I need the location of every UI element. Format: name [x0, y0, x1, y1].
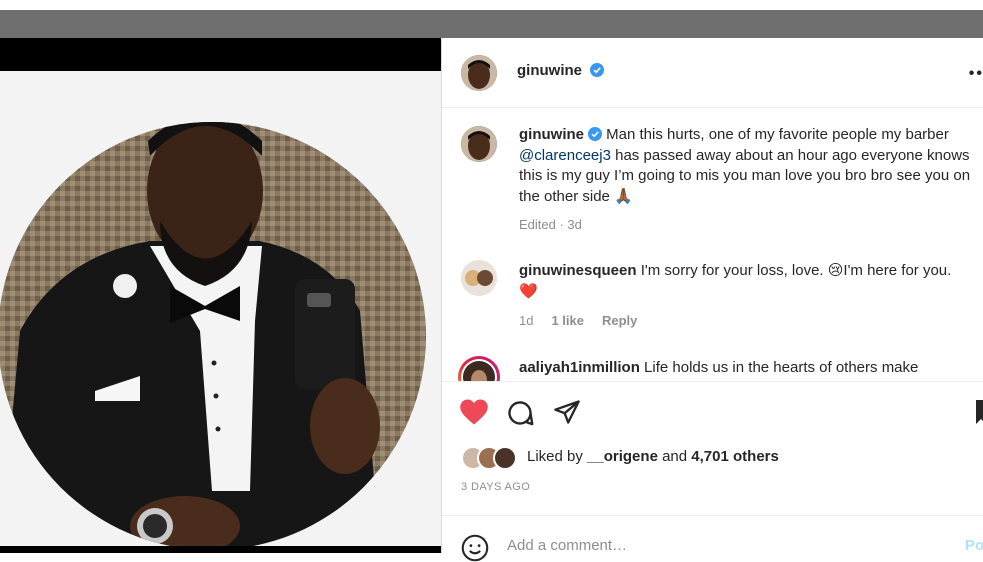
- more-options-icon[interactable]: ••: [969, 65, 983, 83]
- heart-filled-icon[interactable]: [459, 398, 489, 426]
- likes-others[interactable]: 4,701 others: [691, 448, 779, 465]
- verified-badge-icon: [590, 63, 605, 77]
- mention-link[interactable]: @clarenceej3: [519, 147, 611, 164]
- reply-button[interactable]: Reply: [602, 313, 637, 328]
- post-detail-panel: ginuwine •• ginuwine Man this hurts, one…: [441, 38, 983, 562]
- bookmark-icon[interactable]: [974, 399, 983, 425]
- author-username[interactable]: ginuwine: [517, 62, 582, 79]
- verified-badge-icon: [588, 127, 602, 141]
- comment-age: 1d: [519, 313, 534, 328]
- post-comment-button[interactable]: Post: [965, 537, 983, 554]
- avatar-couple-icon: [461, 260, 497, 296]
- comment-username[interactable]: aaliyah1inmillion: [519, 359, 640, 376]
- comment-text: ginuwinesqueen I'm sorry for your loss, …: [519, 261, 959, 302]
- action-bar: Liked by __origene and 4,701 others 3 DA…: [442, 381, 983, 516]
- likes-prefix: Liked by: [527, 448, 583, 465]
- comments-list: ginuwine Man this hurts, one of my favor…: [442, 108, 983, 381]
- avatar-face-icon: [461, 55, 497, 91]
- comment-body: Life holds us in the hearts of others ma…: [644, 359, 919, 376]
- post-header: ginuwine ••: [442, 38, 983, 108]
- likes-summary: Liked by __origene and 4,701 others: [527, 448, 779, 465]
- likes-conjunction: and: [662, 448, 688, 465]
- comment-username[interactable]: ginuwinesqueen: [519, 262, 637, 279]
- avatar-face-icon: [461, 126, 497, 162]
- first-liker[interactable]: __origene: [587, 448, 658, 465]
- comment-text: aaliyah1inmillion Life holds us in the h…: [519, 358, 959, 379]
- comment-likes[interactable]: 1 like: [551, 313, 584, 328]
- add-comment-input[interactable]: Add a comment…: [507, 537, 627, 554]
- commenter-avatar-story[interactable]: [458, 356, 500, 381]
- comment-meta: 1d 1 like Reply: [519, 313, 637, 328]
- add-comment-bar: Add a comment… Post: [442, 515, 983, 562]
- post-media[interactable]: [0, 38, 441, 553]
- liker-avatar[interactable]: [493, 446, 517, 470]
- commenter-avatar[interactable]: [461, 260, 497, 296]
- caption-meta: Edited · 3d: [519, 217, 582, 232]
- author-name-row: ginuwine: [517, 62, 605, 80]
- post-photo: [0, 71, 441, 546]
- author-avatar[interactable]: [461, 55, 497, 91]
- top-band: [0, 0, 983, 10]
- caption-text: ginuwine Man this hurts, one of my favor…: [519, 125, 979, 207]
- caption-avatar[interactable]: [461, 126, 497, 162]
- share-icon[interactable]: [553, 398, 581, 426]
- caption-body-start: Man this hurts, one of my favorite peopl…: [606, 126, 949, 143]
- post-timestamp: 3 DAYS AGO: [461, 481, 531, 493]
- comment-icon[interactable]: [506, 399, 534, 427]
- caption-username[interactable]: ginuwine: [519, 126, 584, 143]
- emoji-icon[interactable]: [461, 534, 489, 562]
- avatar-woman-icon: [461, 359, 497, 381]
- browser-overlay-bar: [0, 10, 983, 38]
